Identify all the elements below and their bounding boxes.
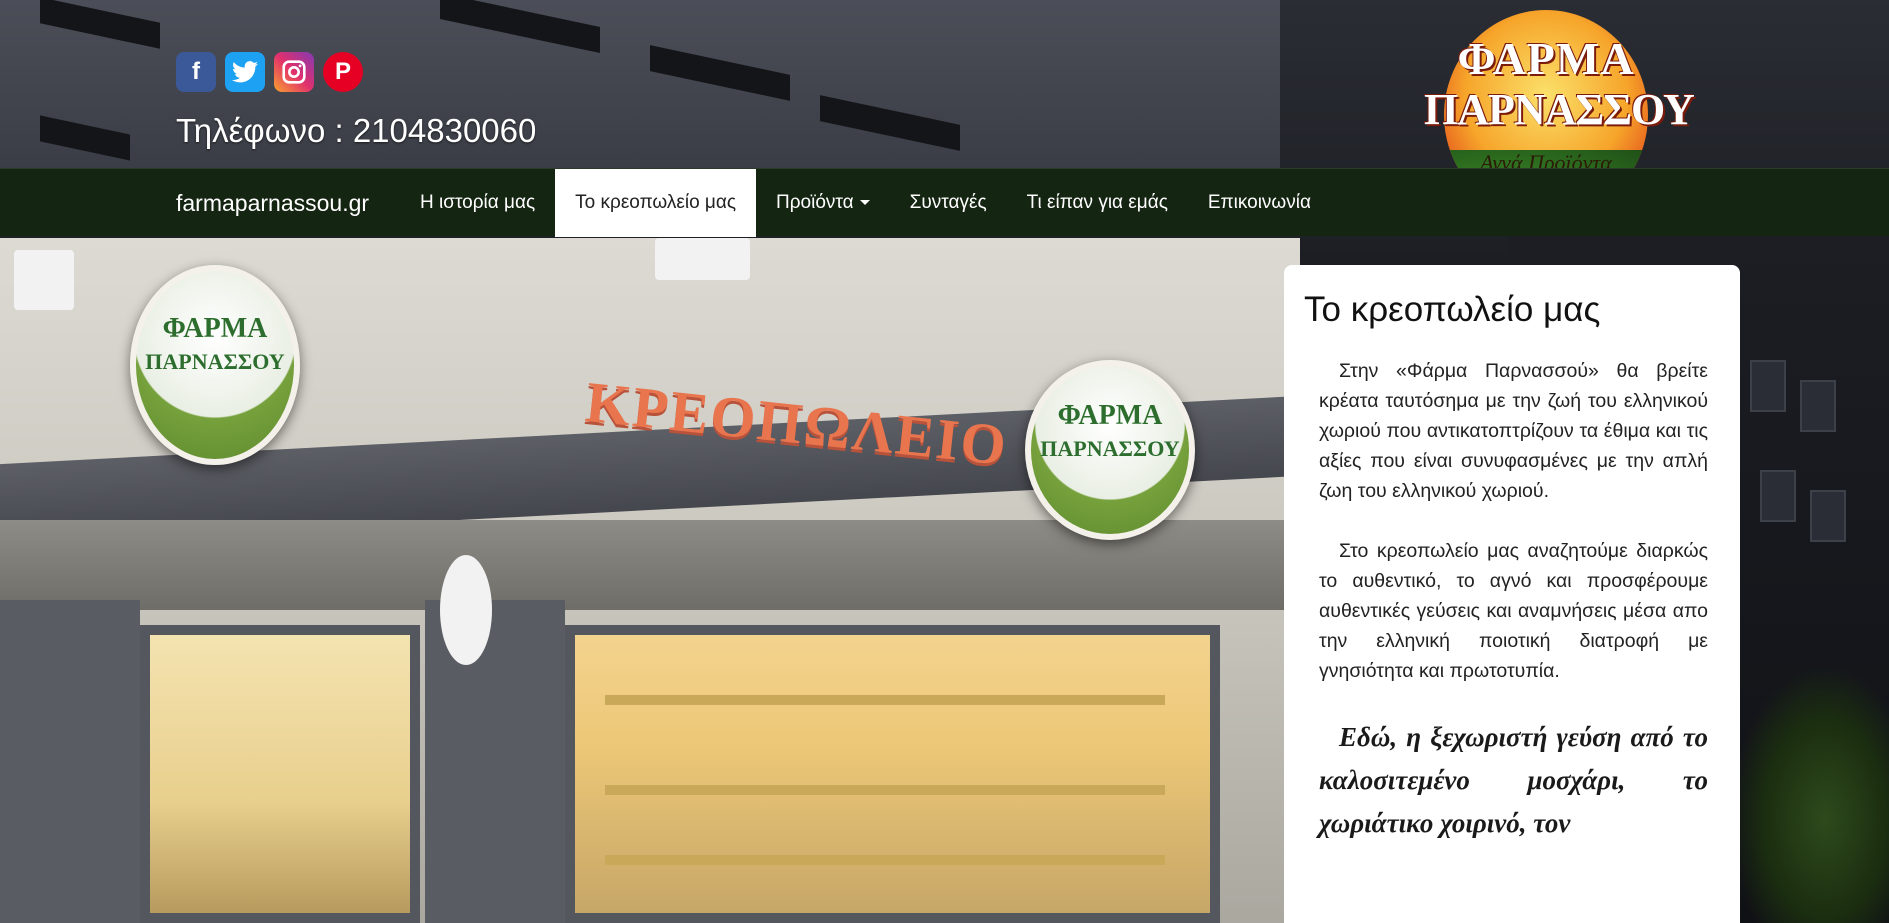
paragraph-mission: Στο κρεοπωλείο μας αναζητούμε διαρκώς το…: [1319, 540, 1708, 682]
pillar: [0, 600, 140, 923]
logo-line1: ΦΑΡΜΑ: [1457, 33, 1635, 84]
outdoor-lamp: [440, 555, 492, 665]
shop-window-main: [565, 625, 1220, 923]
ceiling-lamp: [655, 238, 750, 280]
instagram-icon[interactable]: [274, 52, 314, 92]
tree: [1729, 663, 1889, 923]
window: [1800, 380, 1836, 432]
phone-number[interactable]: Τηλέφωνο : 2104830060: [176, 112, 536, 150]
chevron-down-icon: [859, 200, 870, 206]
nav-item-contact[interactable]: Επικοινωνία: [1188, 169, 1331, 237]
twitter-bird-icon: [232, 61, 258, 83]
window: [1810, 490, 1846, 542]
navbar-brand[interactable]: farmaparnassou.gr: [176, 169, 369, 237]
nav-item-butcher-shop[interactable]: Το κρεοπωλείο μας: [555, 169, 757, 237]
badge-line1: ΦΑΡΜΑ: [162, 313, 268, 344]
instagram-camera-icon: [282, 60, 306, 84]
paragraph-intro: Στην «Φάρμα Παρνασσού» θα βρείτε κρέατα …: [1319, 360, 1708, 502]
badge-line2: ΠΑΡΝΑΣΣΟΥ: [145, 349, 285, 374]
nav-item-recipes[interactable]: Συνταγές: [890, 169, 1007, 237]
nav-item-products-label: Προϊόντα: [776, 192, 854, 213]
social-links: f P: [176, 52, 363, 92]
shelf: [605, 785, 1165, 795]
shelf: [605, 855, 1165, 865]
nav-menu: Η ιστορία μας Το κρεοπωλείο μας Προϊόντα…: [400, 169, 1331, 237]
content-panel: Το κρεοπωλείο μας Στην «Φάρμα Παρνασσού»…: [1284, 265, 1740, 923]
nav-item-history[interactable]: Η ιστορία μας: [400, 169, 555, 237]
badge-line1: ΦΑΡΜΑ: [1057, 400, 1163, 431]
wall-lamp: [14, 250, 74, 310]
pinterest-icon[interactable]: P: [323, 52, 363, 92]
window: [1760, 470, 1796, 522]
twitter-icon[interactable]: [225, 52, 265, 92]
nav-item-products[interactable]: Προϊόντα: [756, 169, 890, 237]
nav-item-testimonials[interactable]: Τι είπαν για εμάς: [1007, 169, 1188, 237]
logo-line2: ΠΑΡΝΑΣΣΟΥ: [1424, 85, 1695, 134]
window: [1750, 360, 1786, 412]
facebook-icon[interactable]: f: [176, 52, 216, 92]
shop-window-left: [140, 625, 420, 923]
shop-sign-badge: ΦΑΡΜΑ ΠΑΡΝΑΣΣΟΥ: [130, 265, 300, 465]
main-navbar: farmaparnassou.gr Η ιστορία μας Το κρεοπ…: [0, 168, 1889, 237]
page-title: Το κρεοπωλείο μας: [1304, 290, 1601, 329]
paragraph-highlight: Εδώ, η ξεχωριστή γεύση από το καλοσιτεμέ…: [1319, 722, 1708, 838]
shop-sign-badge: ΦΑΡΜΑ ΠΑΡΝΑΣΣΟΥ: [1025, 360, 1195, 540]
shelf: [605, 695, 1165, 705]
badge-line2: ΠΑΡΝΑΣΣΟΥ: [1040, 436, 1180, 461]
pillar: [425, 600, 565, 923]
